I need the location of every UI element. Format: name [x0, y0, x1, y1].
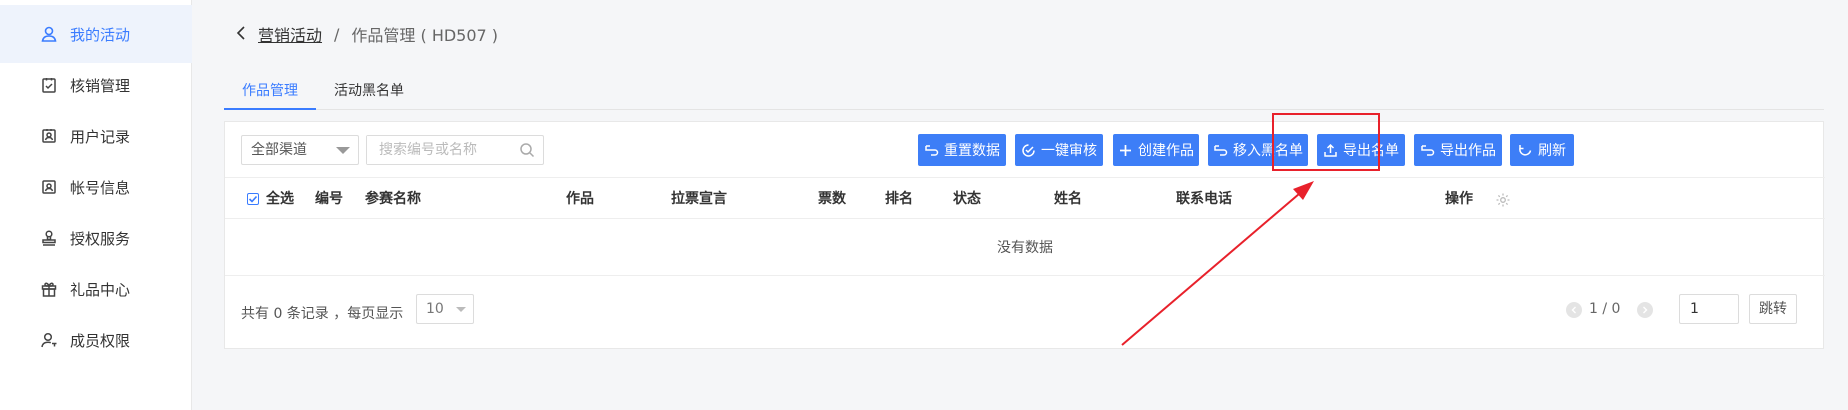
- column-header-entry-name: 参赛名称: [365, 191, 421, 207]
- breadcrumb: 营销活动 / 作品管理 ( HD507 ): [236, 22, 498, 46]
- channel-select-value: 全部渠道: [251, 142, 307, 158]
- create-work-button[interactable]: 创建作品: [1113, 134, 1199, 166]
- column-header-actions: 操作: [1445, 191, 1473, 207]
- check-circle-icon: [1021, 143, 1036, 158]
- sidebar: 我的活动 核销管理 用户记录 帐号信息 授权服务 礼品中心 成员权限: [0, 0, 192, 410]
- column-header-name: 姓名: [1054, 191, 1082, 207]
- user-icon: [40, 25, 58, 43]
- reset-data-button[interactable]: 重置数据: [918, 134, 1006, 166]
- one-click-review-button[interactable]: 一键审核: [1015, 134, 1103, 166]
- empty-state-text: 没有数据: [225, 220, 1825, 276]
- tab-bar: 作品管理 活动黑名单: [224, 80, 1824, 110]
- column-header-id: 编号: [315, 191, 343, 207]
- page-info: 1 / 0: [1589, 301, 1621, 317]
- clipboard-check-icon: [40, 76, 58, 94]
- chevron-left-icon[interactable]: [236, 25, 246, 44]
- user-key-icon: [40, 331, 58, 349]
- tab-works-management[interactable]: 作品管理: [224, 80, 316, 110]
- sidebar-item-label: 核销管理: [70, 76, 131, 95]
- breadcrumb-separator: /: [334, 24, 340, 44]
- table-header: 全选 编号 参赛名称 作品 拉票宣言 票数 排名 状态 姓名 联系电话 操作: [225, 179, 1825, 219]
- export-works-button[interactable]: 导出作品: [1414, 134, 1502, 166]
- column-header-vote-slogan: 拉票宣言: [671, 191, 727, 207]
- select-all-label: 全选: [266, 191, 294, 207]
- total-records-text: 共有 0 条记录 ，每页显示: [241, 306, 404, 322]
- search-input[interactable]: [367, 136, 507, 164]
- sidebar-item-gift-center[interactable]: 礼品中心: [0, 260, 192, 318]
- column-header-rank: 排名: [885, 191, 913, 207]
- page-number-input[interactable]: [1679, 294, 1739, 324]
- undo-icon: [1213, 143, 1228, 158]
- id-card-icon: [40, 127, 58, 145]
- annotation-highlight-box: [1272, 113, 1380, 171]
- refresh-icon: [1518, 143, 1533, 158]
- column-header-phone: 联系电话: [1176, 191, 1232, 207]
- sidebar-item-verification[interactable]: 核销管理: [0, 56, 192, 114]
- sidebar-item-label: 帐号信息: [70, 178, 131, 197]
- caret-down-icon: [456, 307, 466, 312]
- sidebar-item-label: 礼品中心: [70, 280, 131, 299]
- caret-down-icon: [336, 147, 350, 154]
- plus-icon: [1118, 143, 1133, 158]
- column-header-votes: 票数: [818, 191, 846, 207]
- undo-icon: [1420, 143, 1435, 158]
- column-header-work: 作品: [566, 191, 594, 207]
- button-label: 创建作品: [1138, 143, 1194, 159]
- sidebar-item-label: 授权服务: [70, 229, 131, 248]
- search-icon[interactable]: [519, 142, 535, 158]
- breadcrumb-current: 作品管理 ( HD507 ): [351, 26, 499, 45]
- next-page-icon[interactable]: [1637, 302, 1653, 318]
- undo-icon: [924, 143, 939, 158]
- stamp-icon: [40, 229, 58, 247]
- sidebar-item-auth-service[interactable]: 授权服务: [0, 209, 192, 267]
- sidebar-item-member-permissions[interactable]: 成员权限: [0, 311, 192, 369]
- sidebar-item-label: 用户记录: [70, 127, 131, 146]
- sidebar-item-user-records[interactable]: 用户记录: [0, 107, 192, 165]
- toolbar: 全部渠道 重置数据 一键审核 创建作品 移入黑名单: [225, 122, 1825, 178]
- refresh-button[interactable]: 刷新: [1510, 134, 1574, 166]
- id-card-icon: [40, 178, 58, 196]
- search-box: [366, 135, 544, 165]
- breadcrumb-link-marketing[interactable]: 营销活动: [258, 22, 322, 46]
- pagination-bar: 共有 0 条记录 ，每页显示 10 1 / 0 跳转: [225, 277, 1825, 349]
- gear-icon[interactable]: [1495, 192, 1511, 208]
- page-size-value: 10: [426, 301, 444, 317]
- button-label: 重置数据: [944, 143, 1000, 159]
- gift-icon: [40, 280, 58, 298]
- sidebar-item-my-activities[interactable]: 我的活动: [0, 5, 192, 63]
- tab-activity-blacklist[interactable]: 活动黑名单: [316, 80, 422, 110]
- prev-page-icon[interactable]: [1566, 302, 1582, 318]
- page-size-select[interactable]: 10: [416, 294, 474, 324]
- sidebar-item-label: 成员权限: [70, 331, 131, 350]
- works-table-card: 全部渠道 重置数据 一键审核 创建作品 移入黑名单: [224, 121, 1825, 349]
- channel-select[interactable]: 全部渠道: [241, 135, 359, 165]
- jump-button[interactable]: 跳转: [1749, 294, 1797, 324]
- select-all-checkbox[interactable]: [247, 193, 259, 205]
- button-label: 刷新: [1538, 143, 1566, 159]
- main-content: 营销活动 / 作品管理 ( HD507 ) 作品管理 活动黑名单 全部渠道 重置…: [192, 0, 1848, 410]
- column-header-status: 状态: [953, 191, 981, 207]
- button-label: 导出作品: [1440, 143, 1496, 159]
- sidebar-item-label: 我的活动: [70, 25, 131, 44]
- sidebar-item-account-info[interactable]: 帐号信息: [0, 158, 192, 216]
- button-label: 一键审核: [1041, 143, 1097, 159]
